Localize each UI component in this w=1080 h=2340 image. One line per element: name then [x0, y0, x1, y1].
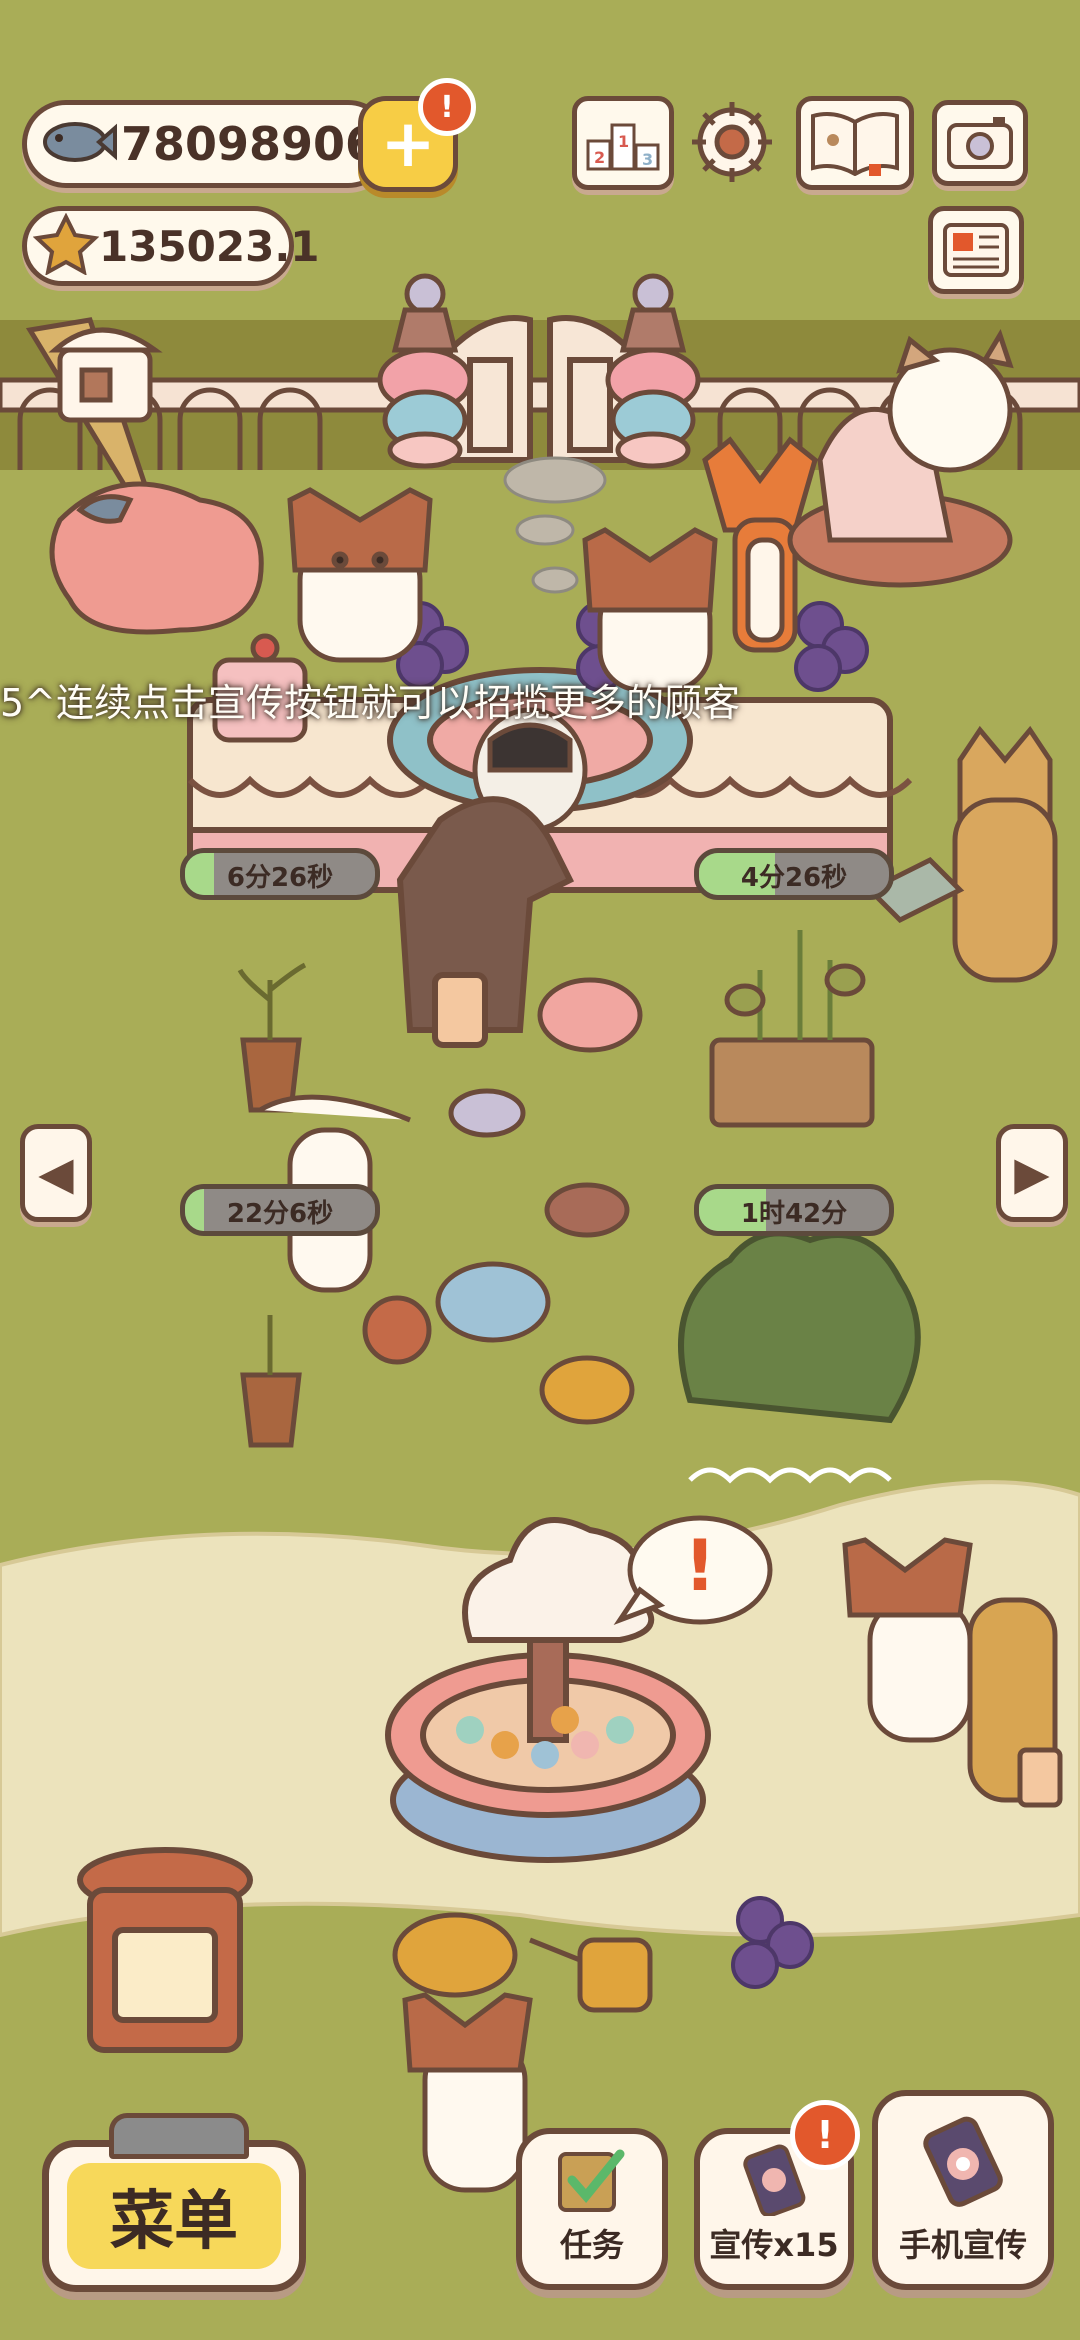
ranking-button[interactable]: 213: [572, 96, 674, 190]
menu-clip-icon: [109, 2113, 249, 2159]
timer-label: 1时42分: [740, 1199, 848, 1229]
sunflower-pot: [392, 1912, 518, 1998]
corgi-chef-middle: [582, 527, 718, 693]
gear-icon: [692, 102, 772, 182]
arrow-left-icon: ◀: [38, 1146, 74, 1200]
fountain-alert[interactable]: !: [672, 1525, 728, 1607]
corgi-chef-left: [287, 487, 433, 663]
cat-gardener: [865, 725, 1058, 983]
menu-button[interactable]: 菜单: [42, 2113, 306, 2292]
star-icon: [32, 212, 100, 279]
fish-icon: [37, 112, 117, 176]
timer-plant-right: 1时42分: [694, 1184, 894, 1236]
potted-sapling-top: [237, 962, 307, 1113]
watering-can: [529, 1937, 653, 2013]
book-icon: [811, 112, 899, 176]
star-currency-pill: 135023.1: [22, 206, 320, 286]
timer-label: 4分26秒: [740, 863, 848, 893]
podium-icon: 213: [586, 123, 660, 171]
star-count: 135023.1: [99, 221, 320, 271]
svg-text:3: 3: [642, 150, 653, 169]
shop-sign-icon: [48, 327, 163, 423]
phone-promote-button[interactable]: 手机宣传: [872, 2090, 1054, 2290]
svg-text:1: 1: [618, 132, 629, 151]
scroll-left-button[interactable]: ◀: [20, 1124, 92, 1222]
checklist-icon: [558, 2149, 625, 2212]
hyena-customer: [967, 1597, 1063, 1808]
corgi-customer-bottom: [402, 1992, 533, 2193]
camera-icon: [947, 117, 1013, 169]
green-bush: [678, 1230, 921, 1484]
tasks-label: 任务: [559, 2226, 624, 2264]
timer-label: 6分26秒: [226, 863, 334, 893]
promote-label: 宣传x15: [709, 2226, 839, 2264]
timer-counter-left: 6分26秒: [180, 848, 380, 900]
timer-counter-right: 4分26秒: [694, 848, 894, 900]
newspaper-button[interactable]: [928, 206, 1024, 294]
arrow-right-icon: ▶: [1014, 1146, 1050, 1200]
swirl-pillar-left: [377, 273, 473, 469]
timer-label: 22分6秒: [226, 1199, 334, 1229]
phone-icon: [923, 2116, 1003, 2207]
fish-count: 78098906: [121, 117, 378, 171]
swirl-pillar-right: [605, 273, 701, 469]
svg-text:2: 2: [594, 148, 605, 167]
newspaper-icon: [943, 223, 1009, 277]
promote-badge: !: [790, 2100, 860, 2170]
timer-plant-left: 22分6秒: [180, 1184, 380, 1236]
cushion: [537, 977, 643, 1053]
album-button[interactable]: [796, 96, 914, 190]
camera-button[interactable]: [932, 100, 1028, 186]
lantern: [77, 1847, 253, 2053]
plant-bed: [709, 930, 875, 1128]
fish-currency-pill: 78098906: [22, 100, 392, 188]
phone-promote-label: 手机宣传: [898, 2226, 1027, 2264]
cushions: [362, 1088, 635, 1425]
tasks-button[interactable]: 任务: [516, 2128, 668, 2290]
scroll-right-button[interactable]: ▶: [996, 1124, 1068, 1222]
menu-label: 菜单: [110, 2185, 238, 2259]
potted-sapling-bottom: [240, 1315, 302, 1448]
add-currency-badge: !: [418, 78, 476, 136]
settings-button[interactable]: [686, 96, 778, 188]
game-scene: [0, 273, 1080, 2193]
tip-marquee: 5^连续点击宣传按钮就可以招揽更多的顾客: [0, 681, 741, 725]
